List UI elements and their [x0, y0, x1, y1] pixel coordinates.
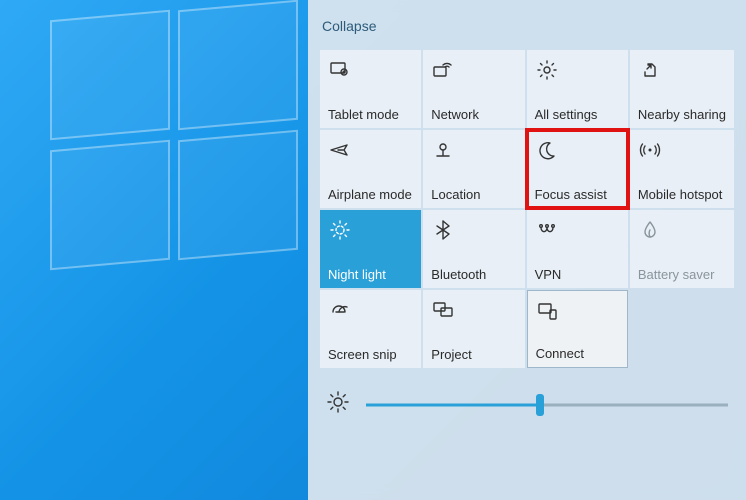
location-icon — [431, 138, 516, 162]
bluetooth-icon — [431, 218, 516, 242]
tile-label: Airplane mode — [328, 187, 413, 202]
tile-mobile-hotspot[interactable]: Mobile hotspot — [630, 130, 734, 208]
tile-label: All settings — [535, 107, 620, 122]
nearby-sharing-icon — [638, 58, 726, 82]
tile-label: Focus assist — [535, 187, 620, 202]
wallpaper-shape — [50, 140, 170, 270]
tile-label: VPN — [535, 267, 620, 282]
tile-label: Battery saver — [638, 267, 726, 282]
night-light-icon — [328, 218, 413, 242]
wallpaper-shape — [50, 10, 170, 140]
brightness-icon — [326, 390, 350, 419]
tile-label: Location — [431, 187, 516, 202]
brightness-slider[interactable] — [366, 393, 728, 417]
tile-label: Nearby sharing — [638, 107, 726, 122]
network-icon — [431, 58, 516, 82]
tile-night-light[interactable]: Night light — [320, 210, 421, 288]
screen-snip-icon — [328, 298, 413, 322]
vpn-icon — [535, 218, 620, 242]
slider-thumb[interactable] — [536, 394, 544, 416]
tablet-mode-icon — [328, 58, 413, 82]
tile-label: Screen snip — [328, 347, 413, 362]
tile-label: Bluetooth — [431, 267, 516, 282]
action-center-panel: Collapse Tablet mode Network All setting… — [308, 0, 746, 500]
brightness-control — [320, 390, 734, 419]
tile-location[interactable]: Location — [423, 130, 524, 208]
tile-connect[interactable]: Connect — [527, 290, 628, 368]
airplane-icon — [328, 138, 413, 162]
gear-icon — [535, 58, 620, 82]
hotspot-icon — [638, 138, 726, 162]
quick-action-tiles: Tablet mode Network All settings Nearby … — [320, 50, 734, 368]
tile-bluetooth[interactable]: Bluetooth — [423, 210, 524, 288]
desktop-background: Collapse Tablet mode Network All setting… — [0, 0, 746, 500]
tile-network[interactable]: Network — [423, 50, 524, 128]
tile-label: Network — [431, 107, 516, 122]
wallpaper-shape — [178, 0, 298, 130]
tile-label: Project — [431, 347, 516, 362]
tile-nearby-sharing[interactable]: Nearby sharing — [630, 50, 734, 128]
tile-all-settings[interactable]: All settings — [527, 50, 628, 128]
tile-label: Mobile hotspot — [638, 187, 726, 202]
collapse-button[interactable]: Collapse — [320, 10, 378, 50]
tile-tablet-mode[interactable]: Tablet mode — [320, 50, 421, 128]
tile-battery-saver[interactable]: Battery saver — [630, 210, 734, 288]
project-icon — [431, 298, 516, 322]
tile-label: Connect — [536, 346, 619, 361]
tile-label: Tablet mode — [328, 107, 413, 122]
tile-airplane-mode[interactable]: Airplane mode — [320, 130, 421, 208]
tile-screen-snip[interactable]: Screen snip — [320, 290, 421, 368]
tile-focus-assist[interactable]: Focus assist — [527, 130, 628, 208]
tile-project[interactable]: Project — [423, 290, 524, 368]
battery-saver-icon — [638, 218, 726, 242]
tile-vpn[interactable]: VPN — [527, 210, 628, 288]
tile-label: Night light — [328, 267, 413, 282]
wallpaper-shape — [178, 130, 298, 260]
connect-icon — [536, 299, 619, 323]
moon-icon — [535, 138, 620, 162]
slider-track-fill — [366, 403, 540, 406]
